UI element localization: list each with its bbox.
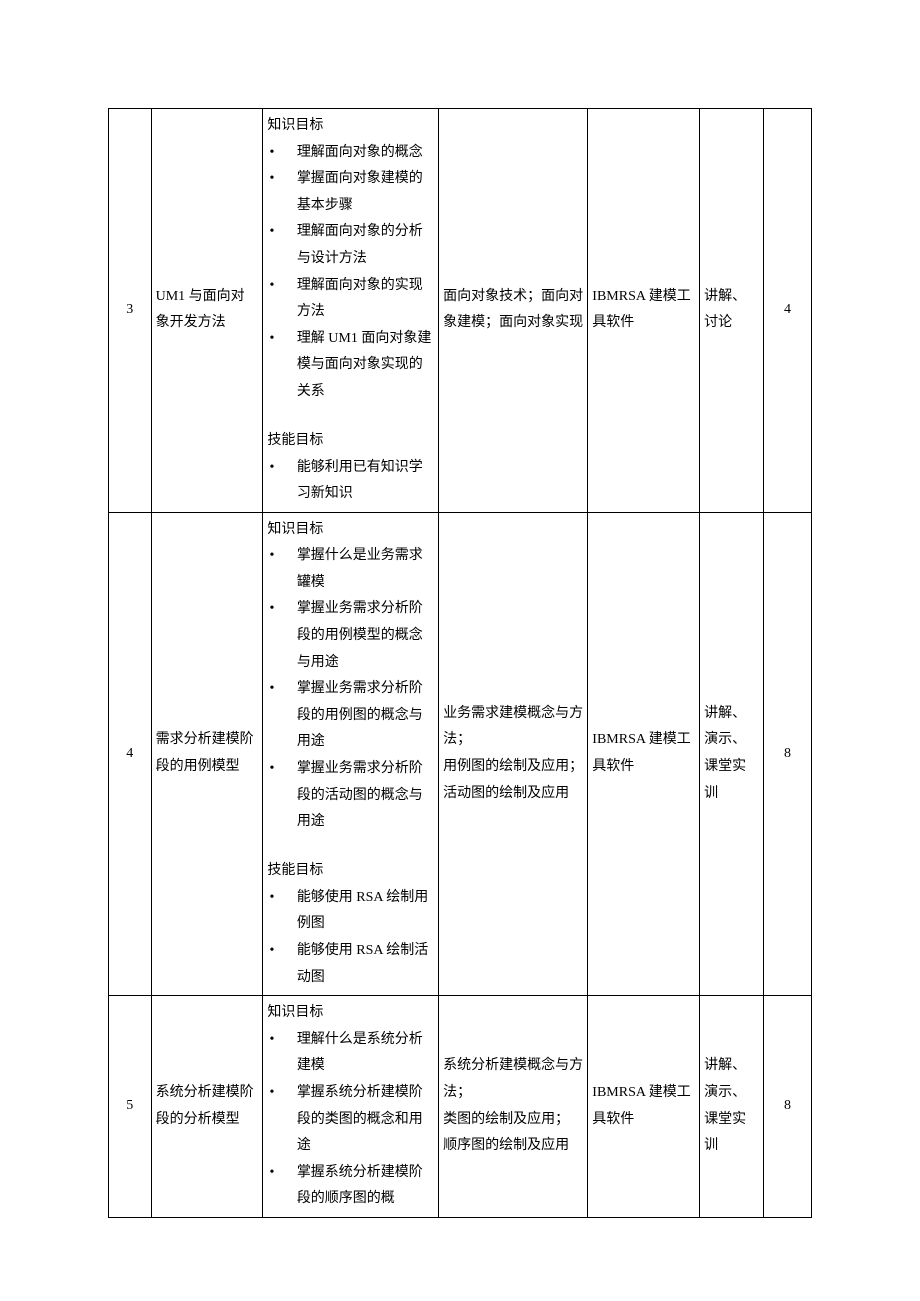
row-number: 3 [109, 109, 152, 513]
tools-cell: IBMRSA 建模工具软件 [588, 109, 700, 513]
knowledge-goal-list: 掌握什么是业务需求罐模掌握业务需求分析阶段的用例模型的概念与用途掌握业务需求分析… [267, 543, 434, 836]
list-item: 理解 UM1 面向对象建模与面向对象实现的关系 [267, 326, 434, 406]
table-row: 3UM1 与面向对象开发方法知识目标理解面向对象的概念掌握面向对象建模的基本步骤… [109, 109, 812, 513]
knowledge-goal-list: 理解面向对象的概念掌握面向对象建模的基本步骤理解面向对象的分析与设计方法理解面向… [267, 140, 434, 406]
row-number: 4 [109, 512, 152, 995]
topic-cell: UM1 与面向对象开发方法 [151, 109, 263, 513]
list-item: 掌握业务需求分析阶段的活动图的概念与用途 [267, 756, 434, 836]
knowledge-goal-label: 知识目标 [267, 113, 434, 140]
hours-cell: 8 [764, 512, 812, 995]
list-item: 能够利用已有知识学习新知识 [267, 455, 434, 508]
list-item: 掌握业务需求分析阶段的用例模型的概念与用途 [267, 596, 434, 676]
hours-cell: 4 [764, 109, 812, 513]
spacer [267, 406, 434, 428]
curriculum-table: 3UM1 与面向对象开发方法知识目标理解面向对象的概念掌握面向对象建模的基本步骤… [108, 108, 812, 1218]
tools-cell: IBMRSA 建模工具软件 [588, 512, 700, 995]
key-points-cell: 业务需求建模概念与方法； 用例图的绘制及应用； 活动图的绘制及应用 [439, 512, 588, 995]
skill-goal-label: 技能目标 [267, 428, 434, 455]
list-item: 能够使用 RSA 绘制活动图 [267, 938, 434, 991]
goals-cell: 知识目标理解什么是系统分析建模掌握系统分析建模阶段的类图的概念和用途掌握系统分析… [263, 996, 439, 1218]
list-item: 理解面向对象的分析与设计方法 [267, 219, 434, 272]
key-points-cell: 面向对象技术；面向对象建模；面向对象实现 [439, 109, 588, 513]
table-row: 5系统分析建模阶段的分析模型知识目标理解什么是系统分析建模掌握系统分析建模阶段的… [109, 996, 812, 1218]
list-item: 掌握系统分析建模阶段的顺序图的概 [267, 1160, 434, 1213]
list-item: 掌握系统分析建模阶段的类图的概念和用途 [267, 1080, 434, 1160]
methods-cell: 讲解、讨论 [700, 109, 764, 513]
list-item: 理解什么是系统分析建模 [267, 1027, 434, 1080]
spacer [267, 836, 434, 858]
knowledge-goal-label: 知识目标 [267, 1000, 434, 1027]
list-item: 掌握业务需求分析阶段的用例图的概念与用途 [267, 676, 434, 756]
methods-cell: 讲解、演示、课堂实训 [700, 996, 764, 1218]
list-item: 理解面向对象的实现方法 [267, 273, 434, 326]
topic-cell: 系统分析建模阶段的分析模型 [151, 996, 263, 1218]
knowledge-goal-list: 理解什么是系统分析建模掌握系统分析建模阶段的类图的概念和用途掌握系统分析建模阶段… [267, 1027, 434, 1213]
list-item: 掌握面向对象建模的基本步骤 [267, 166, 434, 219]
methods-cell: 讲解、演示、课堂实训 [700, 512, 764, 995]
table-row: 4需求分析建模阶段的用例模型知识目标掌握什么是业务需求罐模掌握业务需求分析阶段的… [109, 512, 812, 995]
tools-cell: IBMRSA 建模工具软件 [588, 996, 700, 1218]
knowledge-goal-label: 知识目标 [267, 517, 434, 544]
key-points-cell: 系统分析建模概念与方法； 类图的绘制及应用； 顺序图的绘制及应用 [439, 996, 588, 1218]
list-item: 理解面向对象的概念 [267, 140, 434, 167]
goals-cell: 知识目标理解面向对象的概念掌握面向对象建模的基本步骤理解面向对象的分析与设计方法… [263, 109, 439, 513]
list-item: 掌握什么是业务需求罐模 [267, 543, 434, 596]
list-item: 能够使用 RSA 绘制用例图 [267, 885, 434, 938]
skill-goal-list: 能够使用 RSA 绘制用例图能够使用 RSA 绘制活动图 [267, 885, 434, 991]
hours-cell: 8 [764, 996, 812, 1218]
skill-goal-list: 能够利用已有知识学习新知识 [267, 455, 434, 508]
skill-goal-label: 技能目标 [267, 858, 434, 885]
topic-cell: 需求分析建模阶段的用例模型 [151, 512, 263, 995]
goals-cell: 知识目标掌握什么是业务需求罐模掌握业务需求分析阶段的用例模型的概念与用途掌握业务… [263, 512, 439, 995]
row-number: 5 [109, 996, 152, 1218]
